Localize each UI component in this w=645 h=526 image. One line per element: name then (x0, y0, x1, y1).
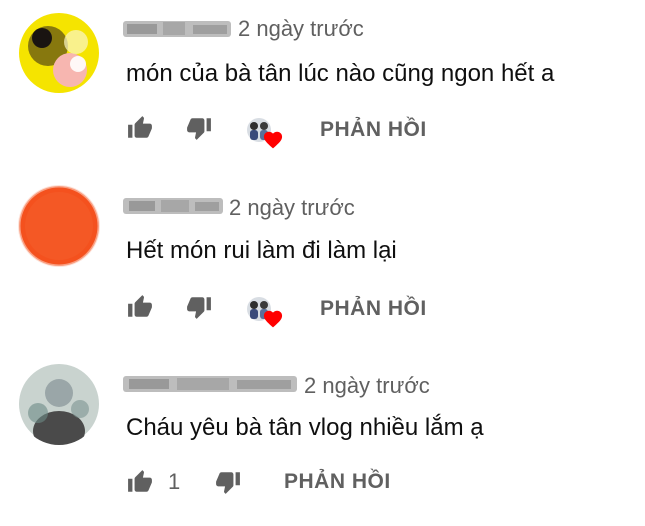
creator-heart-icon (263, 310, 283, 328)
creator-heart-icon (263, 131, 283, 149)
commenter-avatar[interactable] (18, 185, 100, 267)
creator-heart-badge[interactable] (246, 296, 286, 332)
thumbs-down-icon[interactable] (185, 115, 213, 141)
creator-heart-badge[interactable] (246, 117, 286, 153)
like-count: 1 (168, 469, 181, 494)
comment-item: 2 ngày trước Cháu yêu bà tân vlog nhiều … (0, 358, 645, 526)
comment-text: Cháu yêu bà tân vlog nhiều lắm ạ (126, 414, 484, 441)
comment-timestamp[interactable]: 2 ngày trước (304, 373, 430, 399)
comment-timestamp[interactable]: 2 ngày trước (238, 16, 364, 42)
thumbs-up-icon[interactable] (126, 115, 154, 141)
comment-item: 2 ngày trước món của bà tân lúc nào cũng… (0, 0, 645, 168)
thumbs-down-icon[interactable] (185, 294, 213, 320)
author-name-blurred[interactable] (123, 16, 231, 42)
author-name-blurred[interactable] (123, 371, 297, 397)
thumbs-up-icon[interactable] (126, 469, 154, 495)
commenter-avatar[interactable] (18, 363, 100, 445)
thumbs-down-icon[interactable] (214, 469, 242, 495)
comment-timestamp[interactable]: 2 ngày trước (229, 195, 355, 221)
comment-text: món của bà tân lúc nào cũng ngon hết a (126, 60, 555, 87)
reply-button[interactable]: PHẢN HỒI (320, 118, 427, 142)
reply-button[interactable]: PHẢN HỒI (320, 297, 427, 321)
comment-text: Hết món rui làm đi làm lại (126, 237, 397, 264)
author-name-blurred[interactable] (123, 193, 223, 219)
commenter-avatar[interactable] (18, 12, 100, 94)
reply-button[interactable]: PHẢN HỒI (284, 470, 391, 494)
thumbs-up-icon[interactable] (126, 294, 154, 320)
comment-item: 2 ngày trước Hết món rui làm đi làm lại … (0, 180, 645, 348)
